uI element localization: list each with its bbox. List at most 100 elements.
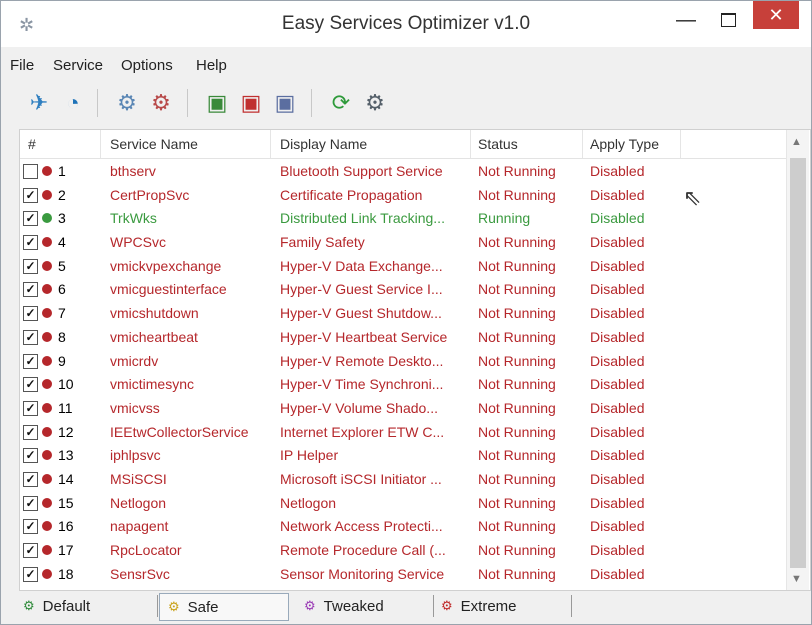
row-checkbox[interactable]: ✓: [23, 519, 38, 535]
row-checkbox[interactable]: ✓: [23, 566, 38, 582]
status-dot-icon: [42, 473, 52, 484]
tab-label: Safe: [187, 598, 219, 616]
gears-icon[interactable]: ⚙: [359, 87, 391, 119]
row-number: 4: [58, 234, 66, 251]
menu-options[interactable]: Options: [121, 57, 173, 74]
scroll-up-icon[interactable]: ▲: [791, 136, 802, 148]
menu-help[interactable]: Help: [196, 57, 227, 74]
table-row[interactable]: ✓ 16 napagent Network Access Protecti... Not…: [20, 515, 786, 539]
apply-type: Disabled: [590, 518, 645, 535]
menu-service[interactable]: Service: [53, 57, 103, 74]
row-checkbox[interactable]: ✓: [23, 424, 38, 440]
table-row[interactable]: ✓ 11 vmicvss Hyper-V Volume Shado... Not Run…: [20, 397, 786, 421]
optimize-icon[interactable]: ✈: [23, 87, 55, 119]
row-checkbox[interactable]: ✓: [23, 282, 38, 298]
minimize-button[interactable]: —: [669, 7, 703, 33]
column-status[interactable]: Status: [478, 136, 518, 152]
table-row[interactable]: ✓ 6 vmicguestinterface Hyper-V Guest Servic…: [20, 278, 786, 302]
maximize-button[interactable]: [711, 7, 745, 33]
row-checkbox[interactable]: ✓: [23, 543, 38, 558]
status-dot-icon: [42, 379, 52, 390]
service-settings-icon[interactable]: ▣: [269, 87, 301, 119]
row-checkbox[interactable]: ✓: [23, 306, 38, 322]
table-row[interactable]: ✓ 10 vmictimesync Hyper-V Time Synchroni...…: [20, 373, 786, 397]
table-row[interactable]: ✓ 7 vmicshutdown Hyper-V Guest Shutdow... No…: [20, 302, 786, 326]
scroll-thumb[interactable]: [790, 158, 806, 568]
clock-icon[interactable]: ◔: [57, 87, 89, 119]
add-service-icon[interactable]: ▣: [201, 87, 233, 119]
service-name: vmickvpexchange: [110, 257, 222, 274]
table-row[interactable]: ✓ 5 vmickvpexchange Hyper-V Data Exchange..…: [20, 255, 786, 279]
display-name: IP Helper: [280, 447, 339, 464]
apply-type: Disabled: [590, 399, 645, 416]
table-row[interactable]: ✓ 2 CertPropSvc Certificate Propagation Not …: [20, 184, 786, 208]
column-service-name[interactable]: Service Name: [110, 136, 198, 152]
status-dot-icon: [42, 568, 52, 579]
status-dot-icon: [42, 402, 52, 413]
table-row[interactable]: ✓ 15 Netlogon Netlogon Not Running Disabled: [20, 492, 786, 516]
row-checkbox[interactable]: ✓: [23, 377, 38, 393]
table-row[interactable]: ✓ 12 IEEtwCollectorService Internet Explore…: [20, 421, 786, 445]
display-name: Sensor Monitoring Service: [280, 565, 445, 582]
row-checkbox[interactable]: ✓: [23, 258, 38, 274]
row-checkbox[interactable]: ✓: [23, 471, 38, 487]
row-checkbox[interactable]: ✓: [23, 495, 38, 511]
row-checkbox[interactable]: ✓: [23, 235, 38, 251]
display-name: Hyper-V Heartbeat Service: [280, 328, 448, 345]
tab-extreme[interactable]: ⚙ Extreme: [441, 593, 571, 619]
status-dot-icon: [42, 426, 52, 437]
column-display-name[interactable]: Display Name: [280, 136, 367, 152]
table-row[interactable]: ✓ 4 WPCSvc Family Safety Not Running Disabled: [20, 231, 786, 255]
row-checkbox[interactable]: ✓: [23, 400, 38, 416]
display-name: Netlogon: [280, 494, 337, 511]
service-status: Running: [478, 210, 531, 227]
table-row[interactable]: ✓ 3 TrkWks Distributed Link Tracking... Runn…: [20, 207, 786, 231]
status-dot-icon: [42, 213, 52, 224]
column-number[interactable]: #: [28, 136, 36, 152]
display-name: Hyper-V Guest Shutdow...: [280, 305, 442, 322]
display-name: Hyper-V Guest Service I...: [280, 281, 443, 298]
column-divider: [270, 130, 271, 158]
tab-tweaked[interactable]: ⚙ Tweaked: [304, 593, 434, 619]
title-bar[interactable]: ✲ Easy Services Optimizer v1.0 — ✕: [1, 1, 811, 47]
row-checkbox[interactable]: [23, 164, 38, 179]
service-name: CertPropSvc: [110, 186, 190, 203]
close-button[interactable]: ✕: [753, 1, 799, 29]
table-row[interactable]: ✓ 9 vmicrdv Hyper-V Remote Deskto... Not Run…: [20, 350, 786, 374]
apply-type: Disabled: [590, 163, 645, 179]
table-row[interactable]: ✓ 14 MSiSCSI Microsoft iSCSI Initiator ... N…: [20, 468, 786, 492]
menu-file[interactable]: File: [10, 57, 34, 74]
menu-bar: File Service Options Help: [1, 53, 811, 79]
gear-icon[interactable]: ⚙: [111, 87, 143, 119]
tab-label: Extreme: [460, 597, 517, 615]
gear-stop-icon[interactable]: ⚙: [145, 87, 177, 119]
remove-service-icon[interactable]: ▣: [235, 87, 267, 119]
service-name: iphlpsvc: [110, 447, 161, 464]
column-apply-type[interactable]: Apply Type: [590, 136, 659, 152]
row-checkbox[interactable]: ✓: [23, 211, 38, 227]
tab-safe[interactable]: ⚙ Safe: [159, 593, 289, 621]
display-name: Family Safety: [280, 234, 365, 251]
apply-type: Disabled: [590, 234, 645, 251]
tab-label: Tweaked: [323, 597, 384, 615]
row-checkbox[interactable]: ✓: [23, 448, 38, 464]
row-checkbox[interactable]: ✓: [23, 353, 38, 369]
row-checkbox[interactable]: ✓: [23, 187, 38, 203]
apply-type: Disabled: [590, 352, 645, 369]
display-name: Distributed Link Tracking...: [280, 210, 445, 227]
row-checkbox[interactable]: ✓: [23, 329, 38, 345]
table-row[interactable]: ✓ 17 RpcLocator Remote Procedure Call (... N…: [20, 539, 786, 563]
table-row[interactable]: ✓ 18 SensrSvc Sensor Monitoring Service Not …: [20, 563, 786, 587]
table-row[interactable]: ✓ 8 vmicheartbeat Hyper-V Heartbeat Service…: [20, 326, 786, 350]
table-row[interactable]: 1 bthserv Bluetooth Support Service Not Run…: [20, 160, 786, 184]
row-number: 15: [58, 494, 74, 511]
row-number: 16: [58, 518, 74, 535]
service-name: IEEtwCollectorService: [110, 423, 249, 440]
service-name: MSiSCSI: [110, 470, 167, 487]
table-row[interactable]: ✓ 13 iphlpsvc IP Helper Not Running Disabled: [20, 444, 786, 468]
refresh-icon[interactable]: ⟳: [325, 87, 357, 119]
apply-type: Disabled: [590, 447, 645, 464]
scroll-down-icon[interactable]: ▼: [791, 573, 802, 585]
vertical-scrollbar[interactable]: ▲ ▼: [786, 130, 809, 590]
tab-default[interactable]: ⚙ Default: [23, 593, 153, 619]
